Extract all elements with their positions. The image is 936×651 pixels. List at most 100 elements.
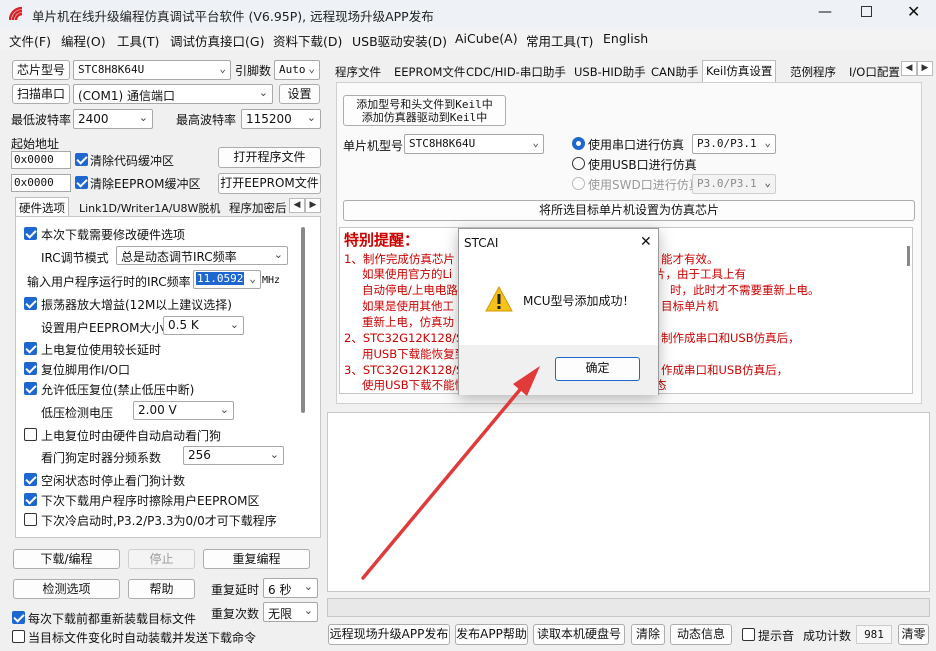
tab-link1d[interactable]: Link1D/Writer1A/U8W脱机 [76, 198, 223, 218]
autoload-checkbox[interactable] [12, 630, 25, 643]
dynamic-info-button[interactable]: 动态信息 [670, 624, 732, 645]
eeprom-size-select[interactable]: 0.5 K ⌄ [163, 316, 244, 335]
chip-type-button[interactable]: 芯片型号 [12, 60, 70, 80]
tab-scroll-left-icon[interactable]: ◀ [901, 61, 917, 76]
swd-port-select[interactable]: P3.0/P3.1 ⌄ [692, 174, 776, 194]
open-program-file-button[interactable]: 打开程序文件 [218, 147, 321, 168]
notice-scrollbar[interactable] [907, 246, 910, 266]
min-baud-select[interactable]: 2400 ⌄ [73, 109, 153, 129]
serial-sim-radio[interactable] [572, 137, 585, 150]
repeat-count-value: 无限 [268, 607, 293, 621]
tab-program-file[interactable]: 程序文件 [332, 62, 384, 82]
clear-eeprom-checkbox[interactable] [75, 176, 88, 189]
notice-line: 重新上电，仿真功 [362, 315, 454, 329]
eeprom-address-input[interactable]: 0x0000 [11, 174, 71, 192]
add-keil-line1: 添加型号和头文件到Keil中 [356, 98, 493, 111]
chevron-down-icon: ⌄ [138, 111, 148, 124]
menu-common-tools[interactable]: 常用工具(T) [526, 31, 593, 50]
menu-english[interactable]: English [603, 31, 648, 46]
tab-keil-sim[interactable]: Keil仿真设置 [702, 60, 777, 83]
read-disk-button[interactable]: 读取本机硬盘号 [533, 624, 625, 645]
help-button[interactable]: 帮助 [128, 579, 195, 599]
wdt-divider-select[interactable]: 256 ⌄ [183, 446, 284, 465]
dialog-ok-button[interactable]: 确定 [555, 357, 640, 381]
tab-io-config[interactable]: I/O口配置 [846, 62, 901, 82]
max-baud-label: 最高波特率 [176, 113, 237, 127]
mhz-unit: MHz [262, 275, 281, 286]
beep-checkbox[interactable] [742, 628, 755, 641]
menu-program[interactable]: 编程(O) [61, 31, 106, 50]
publish-help-button[interactable]: 发布APP帮助 [455, 624, 528, 645]
reload-checkbox[interactable] [12, 611, 25, 624]
download-program-button[interactable]: 下载/编程 [13, 549, 120, 569]
idle-stop-wdt-checkbox[interactable] [24, 473, 37, 486]
clear-code-checkbox[interactable] [75, 153, 88, 166]
code-address-input[interactable]: 0x0000 [11, 151, 71, 169]
close-icon[interactable]: ✕ [907, 2, 920, 21]
irc-freq-value: 11.0592 [196, 272, 245, 285]
mcu-model-select[interactable]: STC8H8K64U ⌄ [404, 134, 544, 154]
modify-hw-checkbox[interactable] [24, 227, 37, 240]
tab-scroll-right-icon[interactable]: ▶ [305, 198, 321, 213]
add-to-keil-button[interactable]: 添加型号和头文件到Keil中 添加仿真器驱动到Keil中 [343, 95, 506, 126]
tab-encryption[interactable]: 程序加密后 [226, 198, 290, 218]
cold-start-checkbox[interactable] [24, 513, 37, 526]
settings-button[interactable]: 设置 [279, 84, 320, 104]
chevron-down-icon: ⌄ [258, 86, 268, 99]
pins-value: Auto [279, 63, 306, 76]
notice-line: 1、制作完成仿真芯片 [344, 252, 455, 266]
low-voltage-reset-checkbox[interactable] [24, 382, 37, 395]
clear-log-button[interactable]: 清除 [631, 624, 665, 645]
max-baud-select[interactable]: 115200 ⌄ [241, 109, 321, 129]
pins-select[interactable]: Auto ⌄ [274, 60, 320, 80]
irc-mode-select[interactable]: 总是动态调节IRC频率 ⌄ [116, 246, 288, 265]
wdt-divider-value: 256 [188, 448, 211, 462]
port-select[interactable]: (COM1) 通信端口 ⌄ [73, 84, 273, 104]
reset-pin-io-checkbox[interactable] [24, 362, 37, 375]
reset-delay-checkbox[interactable] [24, 342, 37, 355]
menu-aicube[interactable]: AiCube(A) [455, 31, 518, 46]
output-log-area[interactable] [327, 412, 930, 592]
scan-port-button[interactable]: 扫描串口 [12, 84, 70, 104]
repeat-program-button[interactable]: 重复编程 [203, 549, 310, 569]
swd-sim-radio[interactable] [572, 177, 585, 190]
tab-eeprom-file[interactable]: EEPROM文件 [391, 62, 468, 82]
menu-file[interactable]: 文件(F) [9, 31, 51, 50]
pins-label: 引脚数 [235, 64, 272, 78]
stop-button[interactable]: 停止 [128, 549, 195, 569]
repeat-count-select[interactable]: 无限 ⌄ [263, 602, 318, 622]
erase-eeprom-label: 下次下载用户程序时擦除用户EEPROM区 [41, 494, 260, 508]
maximize-icon[interactable] [861, 6, 872, 17]
chip-type-select[interactable]: STC8H8K64U ⌄ [73, 60, 231, 80]
menu-downloads[interactable]: 资料下载(D) [273, 31, 342, 50]
tab-usb-hid[interactable]: USB-HID助手 [571, 62, 649, 82]
usb-sim-radio[interactable] [572, 157, 585, 170]
auto-watchdog-checkbox[interactable] [24, 428, 37, 441]
minimize-icon[interactable]: — [818, 4, 832, 20]
irc-freq-select[interactable]: 11.0592 ⌄ [193, 270, 261, 289]
set-sim-chip-button[interactable]: 将所选目标单片机设置为仿真芯片 [343, 200, 915, 221]
tab-hardware-options[interactable]: 硬件选项 [15, 197, 69, 218]
erase-eeprom-checkbox[interactable] [24, 493, 37, 506]
check-options-button[interactable]: 检测选项 [13, 579, 120, 599]
chevron-down-icon: ⌄ [273, 248, 283, 261]
menu-usb-driver[interactable]: USB驱动安装(D) [352, 31, 447, 50]
chevron-down-icon: ⌄ [219, 62, 226, 75]
tab-can[interactable]: CAN助手 [648, 62, 702, 82]
tab-scroll-left-icon[interactable]: ◀ [289, 198, 305, 213]
low-voltage-select[interactable]: 2.00 V ⌄ [133, 401, 234, 420]
tab-examples[interactable]: 范例程序 [787, 62, 839, 82]
tab-cdc-serial[interactable]: CDC/HID-串口助手 [463, 62, 569, 82]
dialog-close-icon[interactable]: ✕ [640, 234, 652, 250]
serial-port-select[interactable]: P3.0/P3.1 ⌄ [692, 134, 776, 154]
osc-gain-checkbox[interactable] [24, 297, 37, 310]
menu-tools[interactable]: 工具(T) [117, 31, 159, 50]
repeat-delay-select[interactable]: 6 秒 ⌄ [263, 578, 318, 598]
open-eeprom-file-button[interactable]: 打开EEPROM文件 [218, 173, 321, 194]
tab-scroll-right-icon[interactable]: ▶ [917, 61, 933, 76]
publish-app-button[interactable]: 远程现场升级APP发布 [328, 624, 450, 645]
options-scrollbar[interactable] [301, 227, 305, 413]
dialog-title: STCAI [464, 236, 499, 250]
menu-debug-interface[interactable]: 调试仿真接口(G) [170, 31, 264, 50]
reset-count-button[interactable]: 清零 [898, 624, 929, 645]
